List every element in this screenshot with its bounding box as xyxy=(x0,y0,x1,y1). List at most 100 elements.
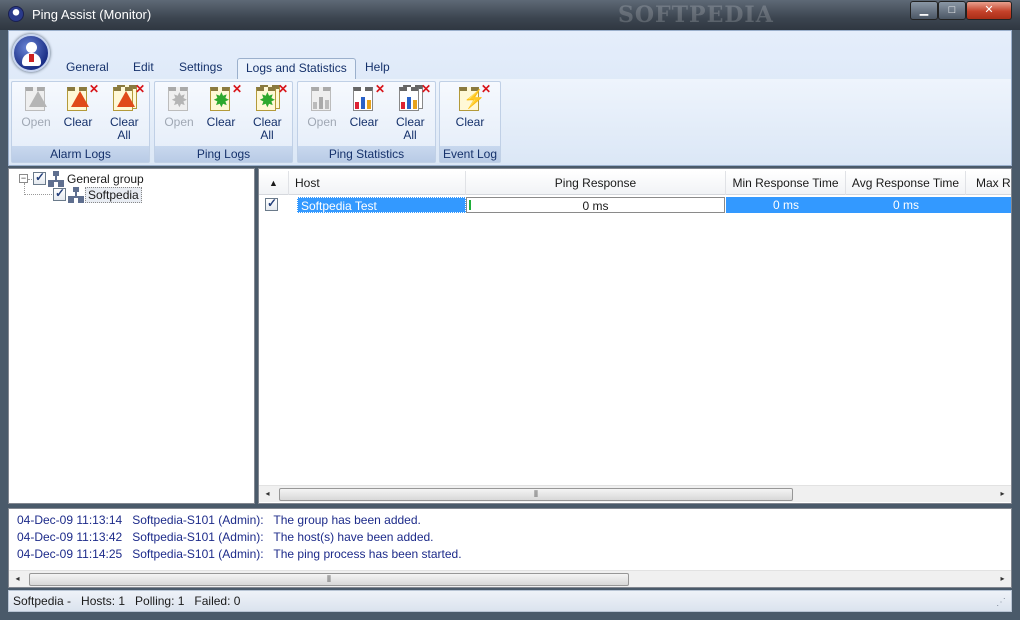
alarm-log-clear-icon: ✕ xyxy=(65,82,99,113)
tab-logs-and-statistics[interactable]: Logs and Statistics xyxy=(237,58,356,79)
tree-item-general-group[interactable]: General group xyxy=(67,171,144,187)
group-label-alarm-logs: Alarm Logs xyxy=(12,146,149,162)
tree-collapse-toggle[interactable]: − xyxy=(19,174,28,183)
log-source: Softpedia-S101 (Admin): xyxy=(132,530,264,544)
ping-logs-clear-all-button[interactable]: ✸ ✕ Clear All xyxy=(247,82,288,146)
watermark: SOFTPEDIA xyxy=(618,2,774,28)
ping-stats-clear-icon: ✕ xyxy=(351,82,385,113)
column-header-ping-response[interactable]: Ping Response xyxy=(466,171,726,195)
grid-header: ▲ Host Ping Response Min Response Time A… xyxy=(259,171,1011,195)
ping-stats-open-icon xyxy=(309,85,335,113)
row-checkbox[interactable] xyxy=(265,196,278,211)
ping-stats-clear-all-icon: ✕ xyxy=(397,82,431,113)
log-source: Softpedia-S101 (Admin): xyxy=(132,513,264,527)
ping-log-clear-all-icon: ✸ ✕ xyxy=(254,82,288,113)
tab-edit[interactable]: Edit xyxy=(125,58,162,79)
cell-avg-response[interactable]: 0 ms xyxy=(846,197,966,213)
cell-host[interactable]: Softpedia Test xyxy=(297,197,466,213)
user-icon xyxy=(26,42,37,53)
tree-checkbox-softpedia[interactable] xyxy=(53,186,66,201)
event-log-clear-label: Clear xyxy=(455,115,485,129)
log-horizontal-scrollbar[interactable]: ◂ ⦀ ▸ xyxy=(9,570,1011,587)
ping-log-clear-icon: ✸ ✕ xyxy=(208,82,242,113)
log-time: 04-Dec-09 11:14:25 xyxy=(17,547,123,561)
ping-statistics-open-button[interactable]: Open xyxy=(302,84,342,146)
host-grid: ▲ Host Ping Response Min Response Time A… xyxy=(258,168,1012,504)
minimize-button[interactable]: ▁ xyxy=(910,1,938,20)
network-group-icon xyxy=(48,171,64,187)
event-log-clear-button[interactable]: ⚡ ✕ Clear xyxy=(450,82,491,146)
cell-ping-response[interactable]: 0 ms xyxy=(466,197,725,213)
scroll-right-arrow-icon[interactable]: ▸ xyxy=(994,486,1011,502)
log-time: 04-Dec-09 11:13:14 xyxy=(17,513,123,527)
status-bar: Softpedia - Hosts: 1 Polling: 1 Failed: … xyxy=(8,590,1012,612)
tab-settings[interactable]: Settings xyxy=(171,58,230,79)
column-header-max-response-time[interactable]: Max Re xyxy=(966,171,1011,195)
scroll-left-arrow-icon[interactable]: ◂ xyxy=(259,486,276,502)
cell-max-response[interactable] xyxy=(966,197,1011,213)
ribbon-panel: Open ✕ Clear ✕ Clear All Alarm Logs ✸ Op… xyxy=(9,79,1011,165)
table-row[interactable]: Softpedia Test 0 ms 0 ms 0 ms xyxy=(259,196,1011,213)
group-label-ping-statistics: Ping Statistics xyxy=(298,146,435,162)
alarm-logs-clear-all-label: Clear All xyxy=(110,115,139,142)
ping-statistics-open-label: Open xyxy=(307,115,337,129)
close-button[interactable]: ✕ xyxy=(966,1,1012,20)
tab-general[interactable]: General xyxy=(58,58,117,79)
status-text: Softpedia - Hosts: 1 Polling: 1 Failed: … xyxy=(13,594,241,608)
group-label-ping-logs: Ping Logs xyxy=(155,146,292,162)
ping-statistics-clear-button[interactable]: ✕ Clear xyxy=(344,82,385,146)
column-header-avg-response-time[interactable]: Avg Response Time xyxy=(846,171,966,195)
tab-help[interactable]: Help xyxy=(357,58,398,79)
group-ping-statistics: Open ✕ Clear ✕ Clear All Ping Statistics xyxy=(297,81,436,163)
resize-grip-icon[interactable]: ⋰ xyxy=(996,597,1008,609)
network-host-icon xyxy=(68,187,84,203)
grid-horizontal-scrollbar[interactable]: ◂ ⦀ ▸ xyxy=(259,485,1011,502)
log-entry: 04-Dec-09 11:14:25 Softpedia-S101 (Admin… xyxy=(17,546,462,562)
log-time: 04-Dec-09 11:13:42 xyxy=(17,530,123,544)
tree-checkbox-general-group[interactable] xyxy=(33,170,46,185)
log-message: The group has been added. xyxy=(273,513,421,527)
log-entry: 04-Dec-09 11:13:14 Softpedia-S101 (Admin… xyxy=(17,512,421,528)
alarm-logs-clear-button[interactable]: ✕ Clear xyxy=(58,82,99,146)
column-header-host[interactable]: Host xyxy=(289,171,466,195)
log-entry: 04-Dec-09 11:13:42 Softpedia-S101 (Admin… xyxy=(17,529,434,545)
maximize-button[interactable]: □ xyxy=(938,1,966,20)
app-logo-icon xyxy=(8,6,24,22)
ping-log-open-icon: ✸ xyxy=(166,85,192,113)
alarm-log-clear-all-icon: ✕ xyxy=(111,82,145,113)
event-log-clear-icon: ⚡ ✕ xyxy=(457,82,491,113)
alarm-logs-open-button[interactable]: Open xyxy=(16,84,56,146)
ping-logs-open-label: Open xyxy=(164,115,194,129)
ping-logs-clear-button[interactable]: ✸ ✕ Clear xyxy=(201,82,242,146)
log-source: Softpedia-S101 (Admin): xyxy=(132,547,264,561)
alarm-logs-open-label: Open xyxy=(21,115,51,129)
group-event-log: ⚡ ✕ Clear Event Log xyxy=(439,81,501,163)
log-message: The host(s) have been added. xyxy=(273,530,434,544)
tree-item-softpedia[interactable]: Softpedia xyxy=(85,187,142,203)
group-ping-logs: ✸ Open ✸ ✕ Clear ✸ ✕ Clear All Ping Logs xyxy=(154,81,293,163)
ping-response-value: 0 ms xyxy=(582,199,609,213)
scroll-thumb[interactable]: ⦀ xyxy=(29,573,629,586)
alarm-logs-clear-all-button[interactable]: ✕ Clear All xyxy=(104,82,145,146)
log-message: The ping process has been started. xyxy=(273,547,462,561)
event-log[interactable]: 04-Dec-09 11:13:14 Softpedia-S101 (Admin… xyxy=(8,508,1012,588)
ping-statistics-clear-all-button[interactable]: ✕ Clear All xyxy=(390,82,431,146)
ping-logs-clear-label: Clear xyxy=(206,115,236,129)
cell-min-response[interactable]: 0 ms xyxy=(726,197,846,213)
scroll-left-arrow-icon[interactable]: ◂ xyxy=(9,571,26,587)
scroll-right-arrow-icon[interactable]: ▸ xyxy=(994,571,1011,587)
ping-statistics-clear-label: Clear xyxy=(349,115,379,129)
ping-logs-open-button[interactable]: ✸ Open xyxy=(159,84,199,146)
sort-indicator-icon[interactable]: ▲ xyxy=(259,171,289,195)
ribbon-tabs: General Edit Settings Logs and Statistic… xyxy=(9,56,1011,79)
host-tree[interactable]: − General group Softpedia xyxy=(8,168,255,504)
window-title: Ping Assist (Monitor) xyxy=(32,7,152,22)
group-alarm-logs: Open ✕ Clear ✕ Clear All Alarm Logs xyxy=(11,81,150,163)
tree-line xyxy=(24,194,52,195)
ribbon: General Edit Settings Logs and Statistic… xyxy=(8,30,1012,166)
title-bar[interactable]: Ping Assist (Monitor) SOFTPEDIA ▁ □ ✕ xyxy=(0,0,1020,30)
alarm-log-open-icon xyxy=(23,85,49,113)
ping-statistics-clear-all-label: Clear All xyxy=(396,115,425,142)
column-header-min-response-time[interactable]: Min Response Time xyxy=(726,171,846,195)
scroll-thumb[interactable]: ⦀ xyxy=(279,488,793,501)
